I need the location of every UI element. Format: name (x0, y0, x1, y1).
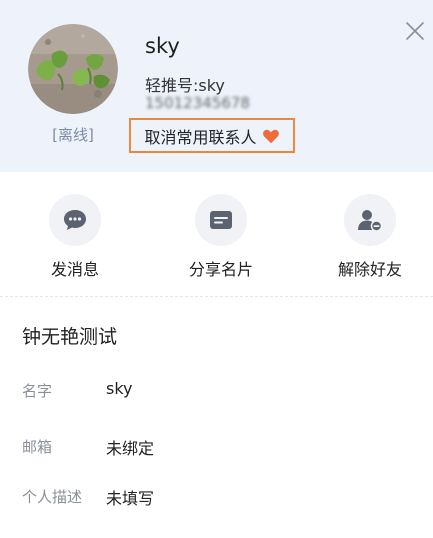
account-id: 轻推号:sky (145, 76, 225, 95)
name-field-label: 名字 (22, 382, 53, 400)
remove-favorite-contact-button[interactable]: 取消常用联系人 (129, 118, 295, 153)
action-bar: 发消息 分享名片 解除好友 (0, 190, 433, 290)
email-field-label: 邮箱 (22, 438, 53, 456)
group-title: 钟无艳测试 (22, 326, 118, 348)
remove-friend-label: 解除好友 (337, 260, 402, 279)
contact-name: sky (145, 34, 180, 58)
phone-number: 15012345678 (145, 97, 250, 109)
send-message-button[interactable]: 发消息 (20, 190, 130, 286)
description-field-label: 个人描述 (22, 488, 83, 506)
card-icon (195, 194, 247, 246)
online-status: [离线] (52, 126, 94, 144)
profile-header: [离线] sky 轻推号:sky 15012345678 取消常用联系人 (0, 0, 433, 172)
email-field-value: 未绑定 (106, 439, 155, 458)
heart-icon (262, 129, 279, 143)
chat-bubble-icon (49, 194, 101, 246)
close-icon[interactable] (404, 20, 426, 42)
name-field-value: sky (106, 379, 133, 398)
description-field-value: 未填写 (106, 489, 155, 508)
send-message-label: 发消息 (50, 260, 99, 279)
share-card-label: 分享名片 (188, 260, 253, 279)
avatar[interactable] (28, 24, 118, 114)
remove-friend-button[interactable]: 解除好友 (315, 190, 425, 286)
share-card-button[interactable]: 分享名片 (166, 190, 276, 286)
remove-user-icon (344, 194, 396, 246)
section-divider (0, 296, 433, 297)
favorite-label: 取消常用联系人 (144, 127, 257, 147)
